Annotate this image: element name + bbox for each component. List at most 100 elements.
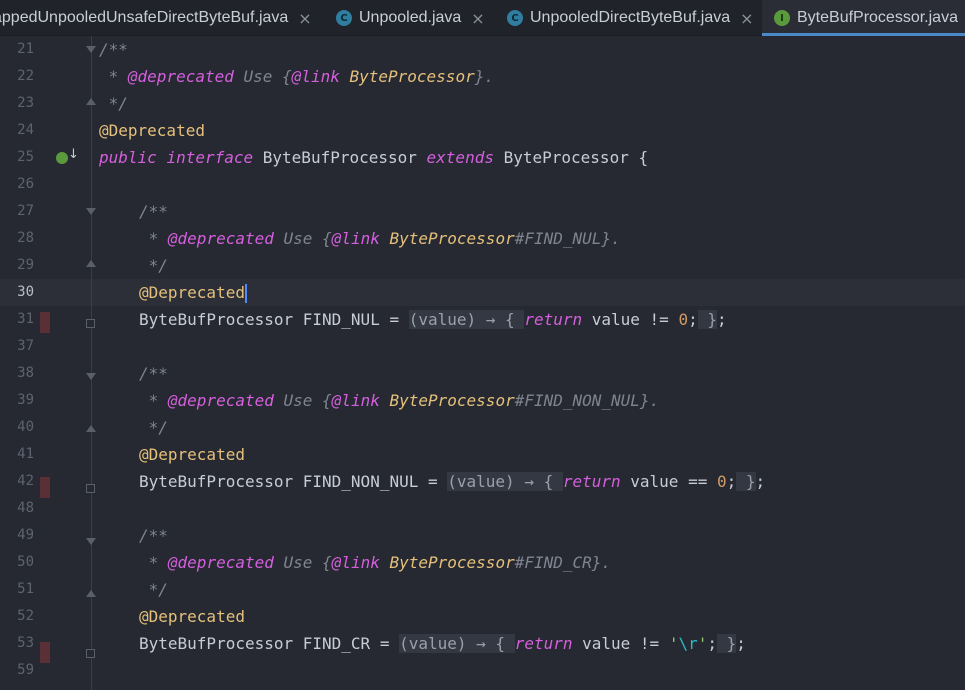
line-number: 21 <box>17 41 34 57</box>
code-editor[interactable]: 21 /** 22 * @deprecated Use {@link ByteP… <box>0 36 965 690</box>
tab-mapped-unpooled-unsafe-direct-bytebuf[interactable]: appedUnpooledUnsafeDirectByteBuf.java × <box>0 0 327 36</box>
code-line: 25 public interface ByteBufProcessor ext… <box>0 144 965 171</box>
tab-bytebuf-processor[interactable]: I ByteBufProcessor.java <box>762 0 965 36</box>
code-line: 39 * @deprecated Use {@link ByteProcesso… <box>0 387 965 414</box>
fold-end-icon[interactable] <box>86 590 96 597</box>
code-text: @Deprecated <box>139 283 247 303</box>
editor-tab-bar: appedUnpooledUnsafeDirectByteBuf.java × … <box>0 0 965 36</box>
code-text: @Deprecated <box>139 445 245 464</box>
code-text: */ <box>139 256 168 275</box>
fold-end-icon[interactable] <box>86 425 96 432</box>
code-text: * @deprecated Use {@link ByteProcessor#F… <box>139 391 660 410</box>
line-number: 59 <box>17 662 34 678</box>
code-line: 29 */ <box>0 252 965 279</box>
fold-end-icon[interactable] <box>86 98 96 105</box>
tab-label: appedUnpooledUnsafeDirectByteBuf.java <box>0 9 289 26</box>
code-line: 53 ByteBufProcessor FIND_CR = (value) → … <box>0 630 965 657</box>
implemented-interface-icon[interactable] <box>56 152 68 164</box>
close-icon[interactable]: × <box>740 9 753 28</box>
interface-icon: I <box>774 10 790 26</box>
line-number: 28 <box>17 230 34 246</box>
folded-lambda[interactable]: (value) → { <box>447 472 563 491</box>
line-number: 38 <box>17 365 34 381</box>
code-line: 38 /** <box>0 360 965 387</box>
code-text: */ <box>99 94 128 113</box>
line-number: 52 <box>17 608 34 624</box>
text-cursor <box>244 284 247 303</box>
code-line: 41 @Deprecated <box>0 441 965 468</box>
code-line: 59 <box>0 657 965 684</box>
tab-label: Unpooled.java <box>359 9 462 26</box>
fold-end-icon[interactable] <box>86 260 96 267</box>
code-text: */ <box>139 418 168 437</box>
tab-label: ByteBufProcessor.java <box>797 9 958 26</box>
code-line: 51 */ <box>0 576 965 603</box>
line-number: 48 <box>17 500 34 516</box>
line-number: 26 <box>17 176 34 192</box>
code-text: ByteBufProcessor FIND_CR = (value) → { r… <box>139 634 746 653</box>
code-line: 21 /** <box>0 36 965 63</box>
class-icon: C <box>507 10 523 26</box>
close-icon[interactable]: × <box>471 9 484 28</box>
code-line: 42 ByteBufProcessor FIND_NON_NUL = (valu… <box>0 468 965 495</box>
line-number: 24 <box>17 122 34 138</box>
code-line: 24 @Deprecated <box>0 117 965 144</box>
fold-expand-icon[interactable] <box>86 484 95 493</box>
code-text: /** <box>139 202 168 221</box>
gutter-marker[interactable] <box>40 477 50 498</box>
line-number: 30 <box>17 284 34 300</box>
tab-label: UnpooledDirectByteBuf.java <box>530 9 731 26</box>
fold-collapse-icon[interactable] <box>86 208 96 215</box>
line-number: 53 <box>17 635 34 651</box>
code-line: 49 /** <box>0 522 965 549</box>
code-text: @Deprecated <box>139 607 245 626</box>
folded-lambda[interactable]: (value) → { <box>399 634 515 653</box>
line-number: 22 <box>17 68 34 84</box>
code-line: 50 * @deprecated Use {@link ByteProcesso… <box>0 549 965 576</box>
line-number: 39 <box>17 392 34 408</box>
code-text: ByteBufProcessor FIND_NON_NUL = (value) … <box>139 472 766 491</box>
tab-unpooled-direct-bytebuf[interactable]: C UnpooledDirectByteBuf.java × <box>497 0 761 36</box>
fold-collapse-icon[interactable] <box>86 373 96 380</box>
code-line: 27 /** <box>0 198 965 225</box>
line-number: 49 <box>17 527 34 543</box>
line-number: 40 <box>17 419 34 435</box>
code-text: */ <box>139 580 168 599</box>
code-line: 40 */ <box>0 414 965 441</box>
code-text: * @deprecated Use {@link ByteProcessor#F… <box>139 553 612 572</box>
tab-unpooled[interactable]: C Unpooled.java × <box>328 0 496 36</box>
implementations-arrow-icon[interactable]: ↓ <box>68 147 79 162</box>
line-number: 29 <box>17 257 34 273</box>
fold-collapse-icon[interactable] <box>86 46 96 53</box>
folded-lambda[interactable]: (value) → { <box>408 310 525 329</box>
code-text: * @deprecated Use {@link ByteProcessor#F… <box>139 229 621 248</box>
code-line: 52 @Deprecated <box>0 603 965 630</box>
line-number: 37 <box>17 338 34 354</box>
code-text: @Deprecated <box>99 121 205 140</box>
close-icon[interactable]: × <box>298 9 311 28</box>
gutter-marker[interactable] <box>40 312 50 333</box>
code-text: /** <box>139 526 168 545</box>
line-number: 23 <box>17 95 34 111</box>
fold-collapse-icon[interactable] <box>86 538 96 545</box>
gutter-marker[interactable] <box>40 642 50 663</box>
code-line: 48 <box>0 495 965 522</box>
code-line: 28 * @deprecated Use {@link ByteProcesso… <box>0 225 965 252</box>
code-text: * @deprecated Use {@link ByteProcessor}. <box>99 67 494 86</box>
code-text: /** <box>139 364 168 383</box>
code-line: 31 ByteBufProcessor FIND_NUL = (value) →… <box>0 306 965 333</box>
code-text: /** <box>99 40 128 59</box>
class-icon: C <box>336 10 352 26</box>
fold-expand-icon[interactable] <box>86 649 95 658</box>
line-number: 51 <box>17 581 34 597</box>
line-number: 25 <box>17 149 34 165</box>
code-line: 22 * @deprecated Use {@link ByteProcesso… <box>0 63 965 90</box>
code-line: 37 <box>0 333 965 360</box>
line-number: 50 <box>17 554 34 570</box>
line-number: 27 <box>17 203 34 219</box>
code-text: ByteBufProcessor FIND_NUL = (value) → { … <box>139 310 727 329</box>
fold-expand-icon[interactable] <box>86 319 95 328</box>
current-code-line: 30 @Deprecated <box>0 279 965 306</box>
code-line: 26 <box>0 171 965 198</box>
code-text: public interface ByteBufProcessor extend… <box>99 148 649 167</box>
